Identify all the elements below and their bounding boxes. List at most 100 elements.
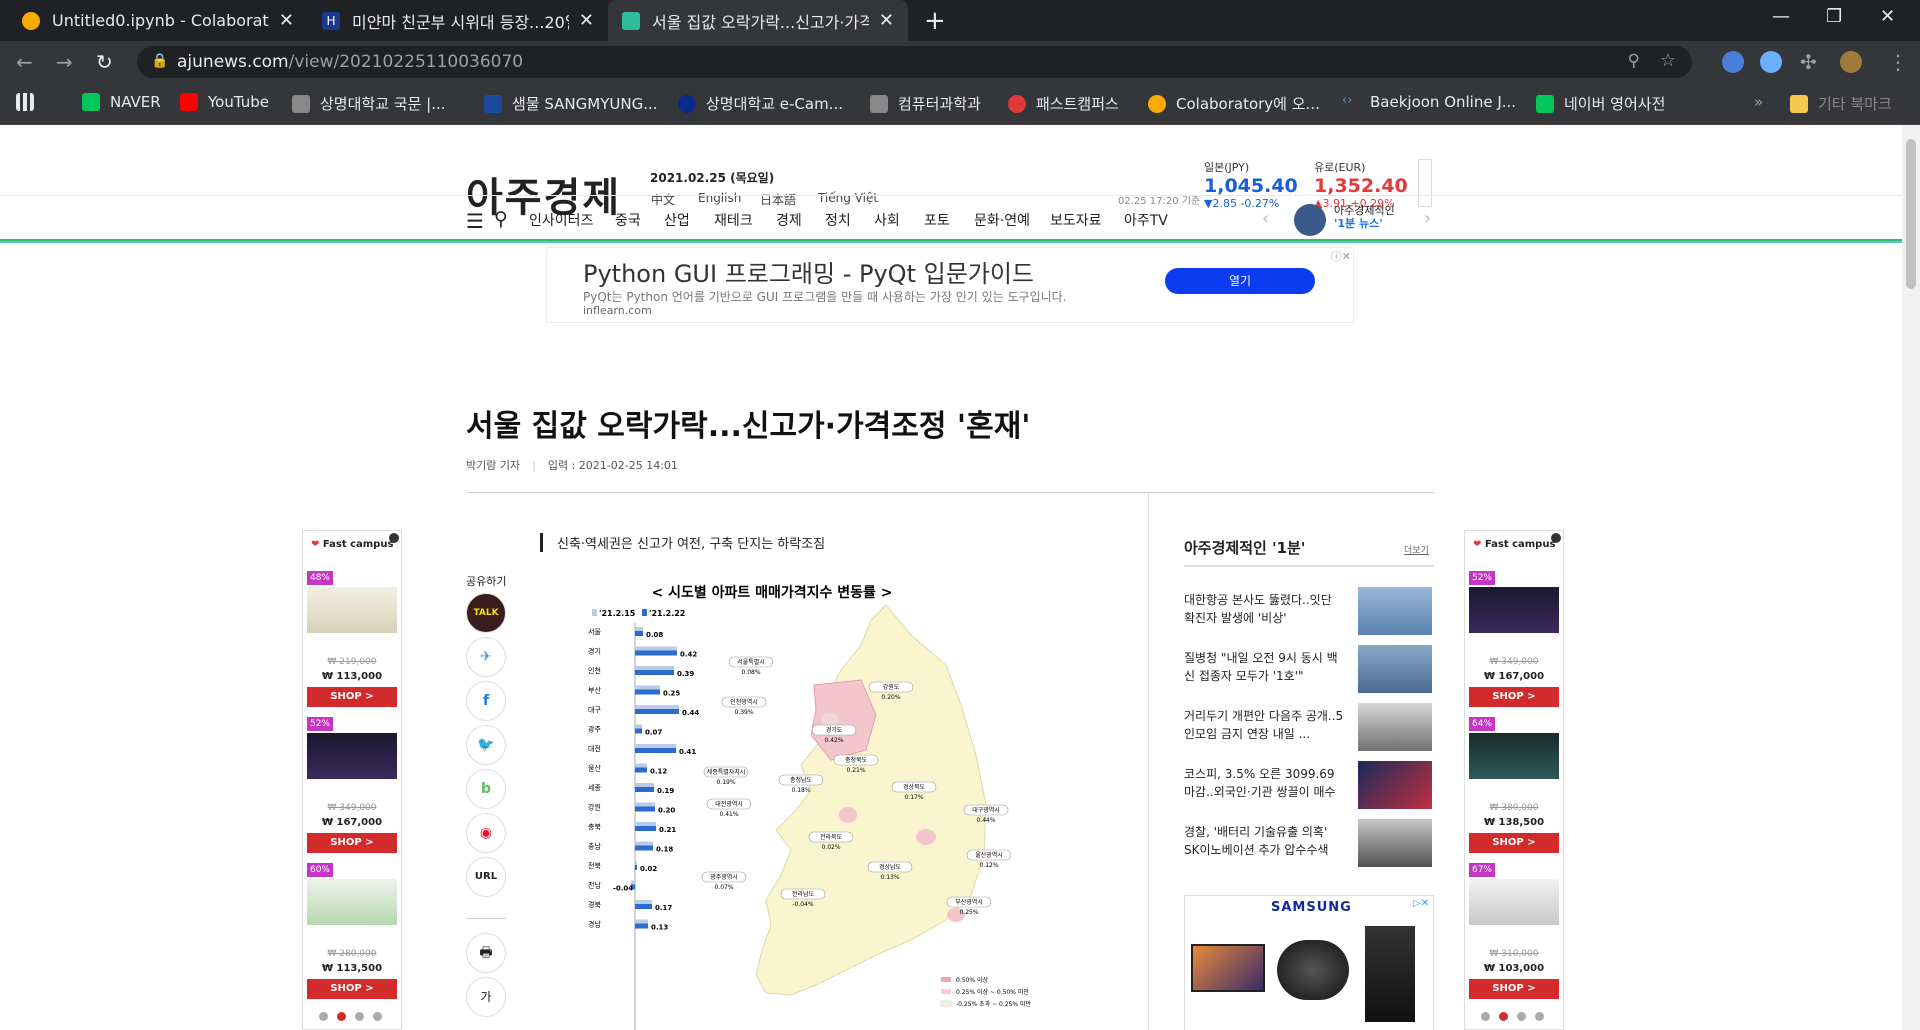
kakaotalk-share-button[interactable]: TALK <box>466 593 506 633</box>
bookmark-ecampus[interactable]: 상명대학교 e-Cam... <box>678 93 843 114</box>
news-thumbnail[interactable] <box>1358 645 1432 693</box>
close-icon[interactable]: ✕ <box>579 10 594 31</box>
close-icon[interactable]: ✕ <box>879 10 894 31</box>
shop-button[interactable]: SHOP > <box>1469 979 1559 999</box>
product-image[interactable] <box>307 587 397 633</box>
zoom-icon[interactable]: ⚲ <box>1628 51 1640 71</box>
reload-icon[interactable]: ↻ <box>96 50 113 74</box>
address-bar[interactable]: 🔒 ajunews.com/view/20210225110036070 ⚲ ☆ <box>137 46 1692 78</box>
ad-info-icon[interactable] <box>1551 533 1561 543</box>
fastcampus-icon <box>1008 94 1026 113</box>
carousel-dots[interactable] <box>319 1012 391 1021</box>
left-side-ad[interactable]: ❤ Fast campus 48% ₩ 219,000 ₩ 113,000 SH… <box>302 530 402 1030</box>
nav-china[interactable]: 중국 <box>615 210 641 230</box>
product-image[interactable] <box>307 879 397 925</box>
chevron-right-icon[interactable]: › <box>1424 208 1431 229</box>
close-icon[interactable]: ✕ <box>279 10 294 31</box>
facebook-share-button[interactable]: f <box>466 681 506 721</box>
twitter-share-button[interactable]: 🐦 <box>466 725 506 765</box>
puzzle-icon[interactable]: ✣ <box>1800 50 1817 74</box>
nav-politics[interactable]: 정치 <box>825 210 851 230</box>
bookmark-smu-korean[interactable]: 상명대학교 국문 |... <box>292 93 446 114</box>
shop-button[interactable]: SHOP > <box>1469 833 1559 853</box>
apps-bookmark[interactable] <box>16 93 44 111</box>
carousel-dots[interactable] <box>1481 1012 1553 1021</box>
tab-hankook[interactable]: H 미얀마 친군부 시위대 등장...20일 ✕ <box>308 0 608 41</box>
sidebar-news-item[interactable]: 질병청 "내일 오전 9시 동시 백신 접종자 모두가 '1호'" <box>1184 649 1344 685</box>
bookmark-other[interactable]: 기타 북마크 <box>1790 93 1892 114</box>
bookmark-colab[interactable]: Colaboratory에 오... <box>1148 93 1320 114</box>
url-text[interactable]: ajunews.com/view/20210225110036070 <box>177 52 523 72</box>
sidebar-news-item[interactable]: 대한항공 본사도 뚫렸다..잇단 확진자 발생에 '비상' <box>1184 591 1344 627</box>
nav-press[interactable]: 보도자료 <box>1050 210 1102 230</box>
ad-info-icon[interactable]: ▷✕ <box>1413 898 1429 909</box>
restore-button[interactable]: ❐ <box>1826 6 1842 27</box>
ad-open-button[interactable]: 열기 <box>1165 268 1315 294</box>
more-link[interactable]: 더보기 <box>1404 543 1429 556</box>
telegram-share-button[interactable]: ✈ <box>466 637 506 677</box>
font-size-button[interactable]: 가 <box>466 977 506 1017</box>
shop-button[interactable]: SHOP > <box>307 687 397 707</box>
nav-society[interactable]: 사회 <box>874 210 900 230</box>
shop-button[interactable]: SHOP > <box>307 833 397 853</box>
nav-ajutv[interactable]: 아주TV <box>1124 210 1168 230</box>
bookmark-youtube[interactable]: YouTube <box>180 93 269 111</box>
news-thumbnail[interactable] <box>1358 587 1432 635</box>
close-window-button[interactable]: ✕ <box>1880 6 1895 27</box>
extension-icon[interactable] <box>1722 51 1744 73</box>
news1-thumbnail[interactable] <box>1294 204 1326 236</box>
url-copy-button[interactable]: URL <box>466 857 506 897</box>
bookmark-fastcampus[interactable]: 패스트캠퍼스 <box>1008 93 1119 114</box>
sidebar-news-item[interactable]: 거리두기 개편안 다음주 공개..5인모임 금지 연장 내일 ... <box>1184 707 1344 743</box>
bookmark-naver[interactable]: NAVER <box>82 93 161 111</box>
fastcampus-logo: ❤ Fast campus <box>1473 539 1556 550</box>
product-image[interactable] <box>1469 587 1559 633</box>
tab-colab[interactable]: Untitled0.ipynb - Colaboratory ✕ <box>8 0 308 41</box>
new-tab-button[interactable]: + <box>924 6 946 36</box>
shop-button[interactable]: SHOP > <box>307 979 397 999</box>
samsung-ad[interactable]: SAMSUNG ▷✕ <box>1184 895 1434 1030</box>
product-image[interactable] <box>1469 733 1559 779</box>
banner-ad[interactable]: Python GUI 프로그래밍 - PyQt 입문가이드 PyQt는 Pyth… <box>546 247 1354 323</box>
shop-button[interactable]: SHOP > <box>1469 687 1559 707</box>
nav-photo[interactable]: 포토 <box>924 210 950 230</box>
nav-insiders[interactable]: 인사이터즈 <box>529 210 593 230</box>
news-thumbnail[interactable] <box>1358 761 1432 809</box>
ad-info-icon[interactable] <box>389 533 399 543</box>
minimize-button[interactable]: — <box>1772 6 1790 27</box>
bookmark-naver-dict[interactable]: 네이버 영어사전 <box>1536 93 1665 114</box>
right-side-ad[interactable]: ❤ Fast campus 52% ₩ 349,000 ₩ 167,000 SH… <box>1464 530 1564 1030</box>
more-menu-icon[interactable]: ⋮ <box>1888 50 1908 74</box>
bookmark-cs[interactable]: 컴퓨터과학과 <box>870 93 981 114</box>
back-icon[interactable]: ← <box>16 50 33 74</box>
band-share-button[interactable]: b <box>466 769 506 809</box>
forward-icon[interactable]: → <box>56 50 73 74</box>
sidebar-news-item[interactable]: 코스피, 3.5% 오른 3099.69 마감..외국인·기관 쌍끌이 매수 <box>1184 765 1344 801</box>
news-thumbnail[interactable] <box>1358 703 1432 751</box>
news-thumbnail[interactable] <box>1358 819 1432 867</box>
sidebar-news-item[interactable]: 경찰, '배터리 기술유출 의혹' SK이노베이션 추가 압수수색 <box>1184 823 1344 859</box>
chevron-left-icon[interactable]: ‹ <box>1262 208 1269 229</box>
ad-info-icon[interactable]: ⓘ✕ <box>1331 248 1351 264</box>
star-icon[interactable]: ☆ <box>1660 50 1676 71</box>
print-icon[interactable]: 🖶 <box>466 933 506 973</box>
hamburger-menu-icon[interactable]: ☰ <box>466 209 484 233</box>
news1-label[interactable]: 아주경제적인 '1분 뉴스' <box>1334 204 1395 230</box>
ad-title[interactable]: Python GUI 프로그래밍 - PyQt 입문가이드 <box>583 254 1034 289</box>
nav-industry[interactable]: 산업 <box>664 210 690 230</box>
product-image[interactable] <box>1469 879 1559 925</box>
scrollbar-thumb[interactable] <box>1906 139 1916 289</box>
chevron-more-icon[interactable]: » <box>1754 93 1763 111</box>
page-scrollbar[interactable] <box>1902 125 1920 1030</box>
search-icon[interactable]: ⚲ <box>494 208 508 230</box>
nav-culture[interactable]: 문화·연예 <box>974 210 1030 230</box>
product-image[interactable] <box>307 733 397 779</box>
weibo-share-button[interactable]: ◉ <box>466 813 506 853</box>
nav-finance[interactable]: 재테크 <box>714 210 753 230</box>
cloud-extension-icon[interactable] <box>1760 51 1782 73</box>
nav-economy[interactable]: 경제 <box>776 210 802 230</box>
bookmark-sammul[interactable]: 샘물 SANGMYUNG... <box>484 93 658 114</box>
avatar[interactable] <box>1840 51 1862 73</box>
tab-ajunews[interactable]: 서울 집값 오락가락...신고가·가격조 ✕ <box>608 0 908 41</box>
bookmark-baekjoon[interactable]: ‹› Baekjoon Online J... <box>1342 93 1516 111</box>
